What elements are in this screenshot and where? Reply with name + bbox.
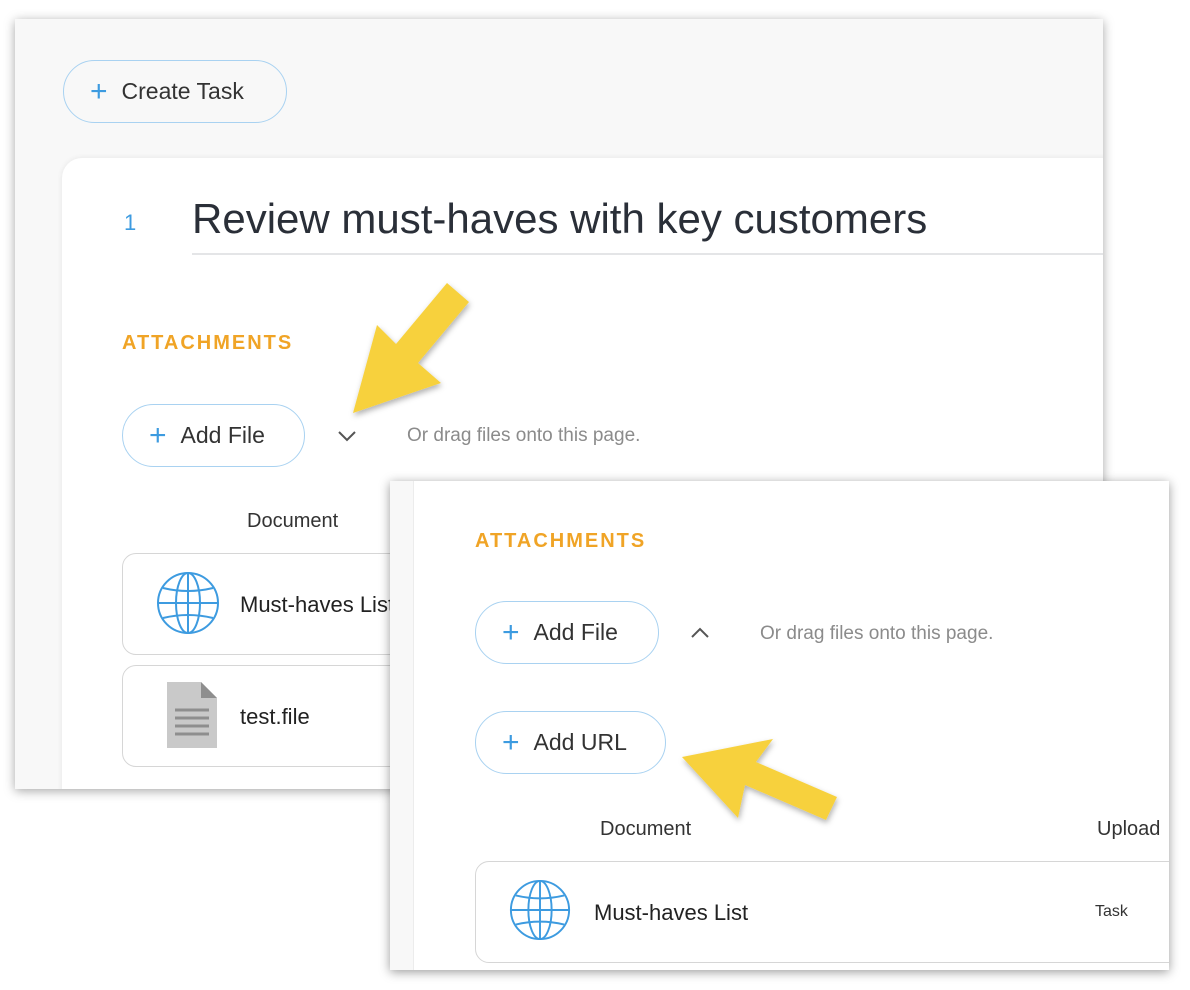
plus-icon: + xyxy=(502,615,520,649)
create-task-button[interactable]: + Create Task xyxy=(63,60,287,123)
plus-icon: + xyxy=(90,74,108,108)
add-file-button[interactable]: + Add File xyxy=(122,404,305,467)
column-header-document: Document xyxy=(600,818,692,840)
create-task-label: Create Task xyxy=(121,78,244,104)
panel-edge xyxy=(390,481,414,970)
front-screenshot: ATTACHMENTS + Add File Or drag files ont… xyxy=(390,481,1169,970)
document-icon xyxy=(167,682,217,748)
add-url-label: Add URL xyxy=(533,729,627,755)
add-file-button[interactable]: + Add File xyxy=(475,601,659,664)
column-header-document: Document xyxy=(247,510,339,532)
attachment-row[interactable]: Must-haves List Task xyxy=(475,861,1169,963)
add-url-button[interactable]: + Add URL xyxy=(475,711,666,774)
plus-icon: + xyxy=(502,725,520,759)
attachment-name: Must-haves List xyxy=(240,592,395,617)
add-file-label: Add File xyxy=(180,422,265,448)
attachments-heading: ATTACHMENTS xyxy=(122,332,294,354)
attachments-heading: ATTACHMENTS xyxy=(475,530,647,552)
column-header-upload: Upload xyxy=(1097,818,1161,840)
globe-icon xyxy=(157,572,219,634)
add-file-label: Add File xyxy=(533,619,618,645)
attachment-name: Must-haves List xyxy=(594,900,749,925)
drag-hint: Or drag files onto this page. xyxy=(407,425,641,446)
chevron-down-icon[interactable] xyxy=(330,421,364,451)
drag-hint: Or drag files onto this page. xyxy=(760,623,994,644)
attachment-name: test.file xyxy=(240,704,310,729)
task-number: 1 xyxy=(124,210,137,235)
chevron-up-icon[interactable] xyxy=(683,618,717,648)
task-title[interactable]: Review must-haves with key customers xyxy=(192,195,1103,255)
attachment-uploaded-by: Task xyxy=(1095,903,1128,920)
plus-icon: + xyxy=(149,418,167,452)
globe-icon xyxy=(509,879,571,941)
